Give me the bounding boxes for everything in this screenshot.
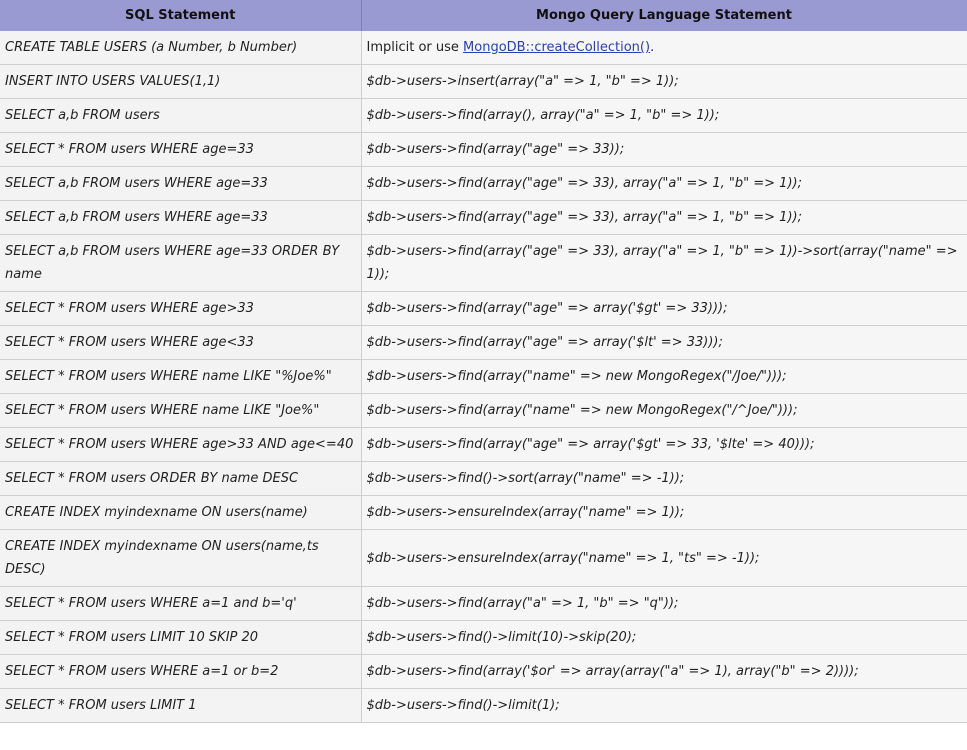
table-row: SELECT a,b FROM users $db->users->find(a… — [0, 98, 967, 133]
sql-cell: SELECT * FROM users LIMIT 1 — [0, 688, 362, 723]
sql-cell: SELECT * FROM users WHERE a=1 and b='q' — [0, 586, 362, 621]
mongo-cell: $db->users->find(array("age" => 33), arr… — [361, 166, 967, 201]
sql-cell: CREATE INDEX myindexname ON users(name) — [0, 495, 362, 530]
table-row: SELECT * FROM users WHERE a=1 and b='q' … — [0, 586, 967, 621]
table-row: SELECT * FROM users LIMIT 10 SKIP 20 $db… — [0, 620, 967, 655]
mongo-text-suffix: . — [650, 40, 655, 55]
mongo-cell: $db->users->find(array("age" => 33)); — [361, 132, 967, 167]
mongo-cell: $db->users->find()->limit(10)->skip(20); — [361, 620, 967, 655]
sql-cell: SELECT * FROM users WHERE age>33 — [0, 291, 362, 326]
sql-cell: SELECT a,b FROM users WHERE age=33 — [0, 166, 362, 201]
sql-cell: SELECT * FROM users WHERE age>33 AND age… — [0, 427, 362, 462]
mongo-cell: $db->users->find()->sort(array("name" =>… — [361, 461, 967, 496]
table-row: CREATE INDEX myindexname ON users(name) … — [0, 495, 967, 530]
mongo-cell: Implicit or use MongoDB::createCollectio… — [361, 31, 967, 65]
sql-mongo-comparison-table: SQL Statement Mongo Query Language State… — [0, 0, 967, 723]
mongo-cell: $db->users->ensureIndex(array("name" => … — [361, 495, 967, 530]
sql-cell: SELECT * FROM users LIMIT 10 SKIP 20 — [0, 620, 362, 655]
table-row: SELECT * FROM users WHERE age<33 $db->us… — [0, 325, 967, 360]
sql-cell: SELECT * FROM users WHERE name LIKE "%Jo… — [0, 359, 362, 394]
sql-cell: SELECT * FROM users WHERE name LIKE "Joe… — [0, 393, 362, 428]
mongo-cell: $db->users->find(array("age" => array('$… — [361, 427, 967, 462]
mongo-cell: $db->users->find(array("age" => array('$… — [361, 291, 967, 326]
mongo-cell: $db->users->ensureIndex(array("name" => … — [361, 529, 967, 587]
sql-cell: SELECT * FROM users WHERE a=1 or b=2 — [0, 654, 362, 689]
mongo-text: Implicit or use — [366, 40, 464, 55]
sql-cell: CREATE TABLE USERS (a Number, b Number) — [0, 31, 362, 65]
sql-cell: SELECT a,b FROM users WHERE age=33 ORDER… — [0, 234, 362, 292]
sql-cell: SELECT a,b FROM users WHERE age=33 — [0, 200, 362, 235]
table-row: SELECT * FROM users WHERE age>33 $db->us… — [0, 291, 967, 326]
table-row: SELECT * FROM users WHERE age=33 $db->us… — [0, 132, 967, 167]
mongo-cell: $db->users->insert(array("a" => 1, "b" =… — [361, 64, 967, 99]
table-row: SELECT a,b FROM users WHERE age=33 $db->… — [0, 200, 967, 235]
mongo-cell: $db->users->find(array("name" => new Mon… — [361, 393, 967, 428]
table-row: CREATE INDEX myindexname ON users(name,t… — [0, 529, 967, 587]
table-row: SELECT * FROM users WHERE name LIKE "Joe… — [0, 393, 967, 428]
sql-cell: CREATE INDEX myindexname ON users(name,t… — [0, 529, 362, 587]
mongo-cell: $db->users->find(array("age" => 33), arr… — [361, 200, 967, 235]
table-row: CREATE TABLE USERS (a Number, b Number) … — [0, 31, 967, 65]
mongo-cell: $db->users->find(array(), array("a" => 1… — [361, 98, 967, 133]
table-row: SELECT * FROM users ORDER BY name DESC $… — [0, 461, 967, 496]
mongo-cell: $db->users->find(array("a" => 1, "b" => … — [361, 586, 967, 621]
table-row: SELECT * FROM users WHERE age>33 AND age… — [0, 427, 967, 462]
mongo-cell: $db->users->find(array("age" => 33), arr… — [361, 234, 967, 292]
table-header-row: SQL Statement Mongo Query Language State… — [0, 0, 967, 31]
sql-cell: SELECT * FROM users WHERE age<33 — [0, 325, 362, 360]
create-collection-link[interactable]: MongoDB::createCollection() — [463, 40, 650, 55]
table-row: SELECT * FROM users WHERE name LIKE "%Jo… — [0, 359, 967, 394]
mongo-cell: $db->users->find(array('$or' => array(ar… — [361, 654, 967, 689]
sql-cell: SELECT a,b FROM users — [0, 98, 362, 133]
sql-cell: SELECT * FROM users WHERE age=33 — [0, 132, 362, 167]
table-row: SELECT * FROM users LIMIT 1 $db->users->… — [0, 688, 967, 723]
sql-cell: SELECT * FROM users ORDER BY name DESC — [0, 461, 362, 496]
table-row: SELECT a,b FROM users WHERE age=33 $db->… — [0, 166, 967, 201]
table-row: SELECT a,b FROM users WHERE age=33 ORDER… — [0, 234, 967, 292]
mongo-cell: $db->users->find(array("name" => new Mon… — [361, 359, 967, 394]
sql-cell: INSERT INTO USERS VALUES(1,1) — [0, 64, 362, 99]
mongo-cell: $db->users->find(array("age" => array('$… — [361, 325, 967, 360]
mongo-cell: $db->users->find()->limit(1); — [361, 688, 967, 723]
header-sql-statement: SQL Statement — [0, 0, 362, 31]
header-mongo-statement: Mongo Query Language Statement — [361, 0, 967, 31]
table-row: SELECT * FROM users WHERE a=1 or b=2 $db… — [0, 654, 967, 689]
table-row: INSERT INTO USERS VALUES(1,1) $db->users… — [0, 64, 967, 99]
